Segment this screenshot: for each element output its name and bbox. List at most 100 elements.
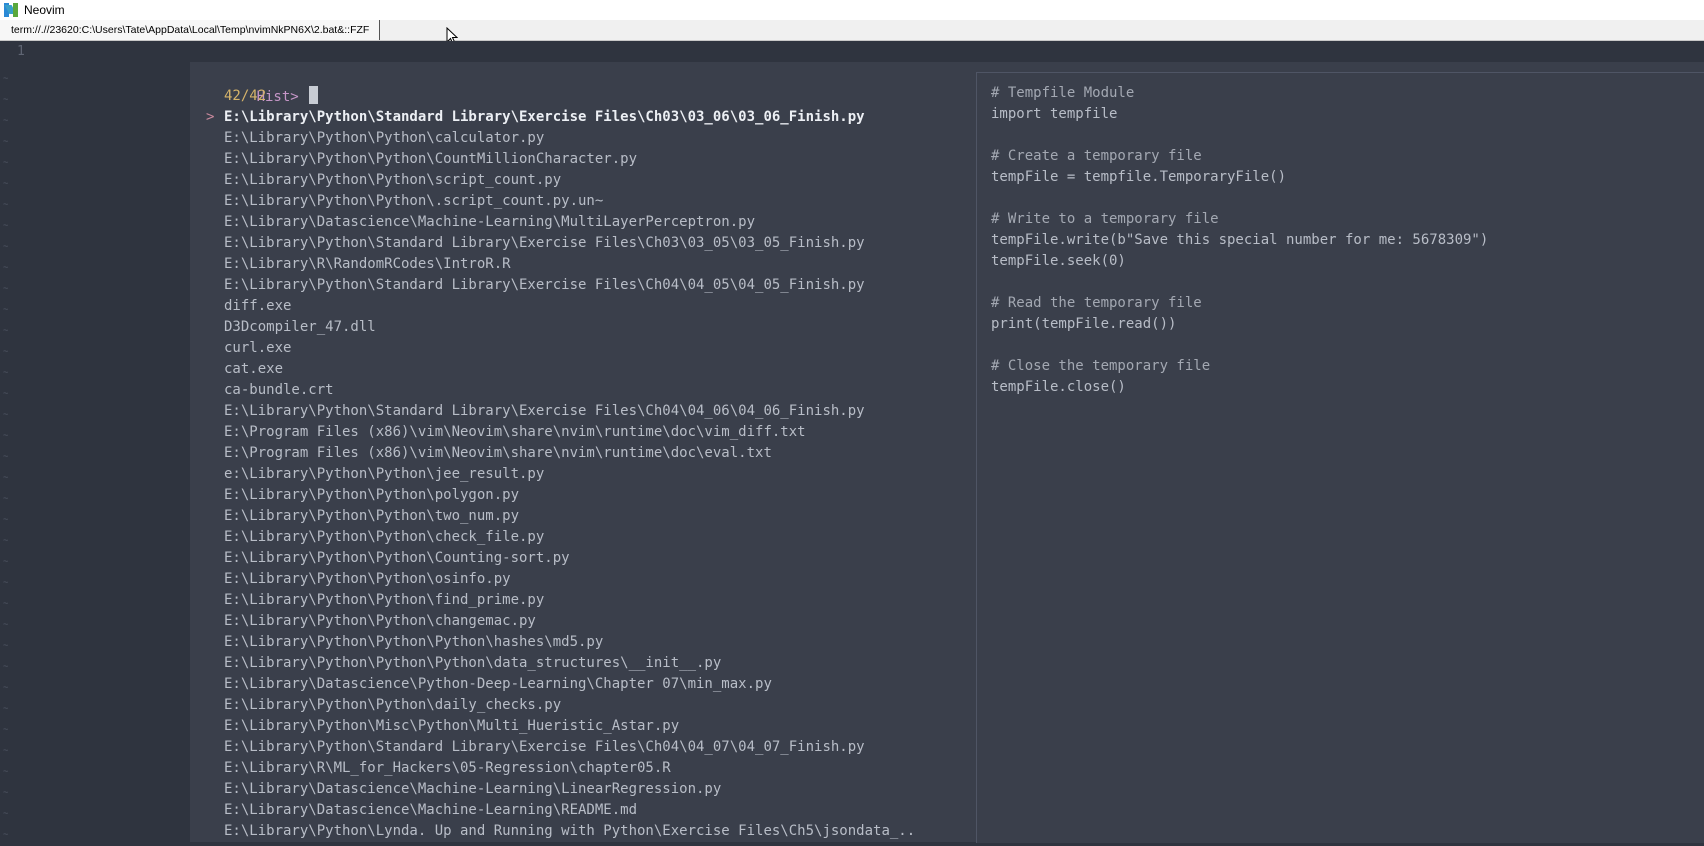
empty-line-tilde: ~ [3,830,9,840]
empty-line-tilde: ~ [3,683,9,693]
empty-line-tilde: ~ [3,137,9,147]
fzf-result-path: E:\Library\Python\Python\.script_count.p… [224,193,604,209]
text-cursor [309,86,319,104]
fzf-result-path: E:\Library\Python\Python\daily_checks.py [224,697,562,713]
empty-line-tilde: ~ [3,263,9,273]
preview-code-line: # Write to a temporary file [991,211,1219,227]
window-title: Neovim [24,3,65,17]
fzf-result-path: curl.exe [224,340,292,356]
fzf-result-path: E:\Library\Python\Python\changemac.py [224,613,536,629]
empty-line-tilde: ~ [3,200,9,210]
empty-line-tilde: ~ [3,452,9,462]
empty-line-tilde: ~ [3,599,9,609]
empty-line-tilde: ~ [3,767,9,777]
fzf-result-path: E:\Library\Python\Python\two_num.py [224,508,520,524]
fzf-result-path: E:\Library\Python\Python\CountMillionCha… [224,151,638,167]
fzf-result-path: E:\Library\Python\Python\Python\hashes\m… [224,634,604,650]
fzf-result-path: E:\Library\Python\Python\calculator.py [224,130,545,146]
fzf-result-path: D3Dcompiler_47.dll [224,319,376,335]
empty-line-tilde: ~ [3,809,9,819]
empty-line-tilde: ~ [3,578,9,588]
editor-area[interactable]: 1 ~ ~ ~ ~ ~ ~ ~ ~ ~ ~ ~ ~ ~ ~ ~ ~ ~ ~ ~ ~ ~ ~ ~ ~ ~ ~ ~ ~ ~ ~ ~ ~ ~ ~ ~ ~ ~ … [0,41,1704,843]
preview-code-line [991,188,1488,209]
fzf-result-path: E:\Library\Python\Python\Python\data_str… [224,655,722,671]
fzf-result-path: E:\Library\Python\Python\script_count.py [224,172,562,188]
preview-content: # Tempfile Module import tempfile # Create… [991,83,1488,398]
preview-code-line: # Close the temporary file [991,358,1211,374]
fzf-result-path: E:\Library\R\RandomRCodes\IntroR.R [224,256,511,272]
preview-code-line: tempFile = tempfile.TemporaryFile() [991,169,1287,185]
empty-line-tilde: ~ [3,662,9,672]
empty-line-tilde: ~ [3,473,9,483]
fzf-result-path: E:\Library\Datascience\Machine-Learning\… [224,214,756,230]
fzf-result-path: E:\Library\Python\Python\find_prime.py [224,592,545,608]
preview-code-line [991,125,1488,146]
empty-line-tilde: ~ [3,557,9,567]
fzf-result-path: E:\Library\Python\Standard Library\Exerc… [224,277,865,293]
empty-line-tilde: ~ [3,725,9,735]
empty-line-tilde: ~ [3,620,9,630]
fzf-result-path: E:\Library\Python\Standard Library\Exerc… [224,109,865,125]
preview-code-line: tempFile.seek(0) [991,253,1126,269]
empty-line-tilde: ~ [3,410,9,420]
empty-line-tilde: ~ [3,74,9,84]
empty-line-tilde: ~ [3,704,9,714]
preview-code-line: # Read the temporary file [991,295,1202,311]
fzf-result-path: E:\Library\Datascience\Machine-Learning\… [224,802,638,818]
empty-line-markers: ~ ~ ~ ~ ~ ~ ~ ~ ~ ~ ~ ~ ~ ~ ~ ~ ~ ~ ~ ~ ~ ~ ~ ~ ~ ~ ~ ~ ~ ~ ~ ~ ~ ~ ~ ~ ~ [3,69,8,846]
empty-line-tilde: ~ [3,368,9,378]
empty-line-tilde: ~ [3,179,9,189]
fzf-result-path: E:\Library\R\ML_for_Hackers\05-Regressio… [224,760,671,776]
empty-line-tilde: ~ [3,326,9,336]
empty-line-tilde: ~ [3,305,9,315]
preview-code-line [991,272,1488,293]
fzf-result-path: E:\Program Files (x86)\vim\Neovim\share\… [224,424,806,440]
empty-line-tilde: ~ [3,746,9,756]
preview-code-line: import tempfile [991,106,1118,122]
empty-line-tilde: ~ [3,536,9,546]
fzf-preview-pane: # Tempfile Module import tempfile # Create… [976,72,1704,843]
fzf-result-path: diff.exe [224,298,292,314]
empty-line-tilde: ~ [3,116,9,126]
empty-line-tilde: ~ [3,788,9,798]
fzf-result-path: E:\Program Files (x86)\vim\Neovim\share\… [224,445,772,461]
fzf-history-window[interactable]: Hist> 42/42 > E:\Library\Python\Standard … [190,62,1704,843]
fzf-result-path: E:\Library\Datascience\Machine-Learning\… [224,781,722,797]
fzf-result-path: cat.exe [224,361,284,377]
tab-terminal-fzf[interactable]: term://.//23620:C:\Users\Tate\AppData\Lo… [0,20,381,40]
fzf-result-path: E:\Library\Python\Standard Library\Exerc… [224,235,865,251]
empty-line-tilde: ~ [3,431,9,441]
empty-line-tilde: ~ [3,347,9,357]
selection-pointer-icon: > [206,109,215,125]
tab-bar: term://.//23620:C:\Users\Tate\AppData\Lo… [0,20,1704,41]
fzf-result-path: e:\Library\Python\Python\jee_result.py [224,466,545,482]
preview-code-line: # Tempfile Module [991,85,1135,101]
empty-line-tilde: ~ [3,221,9,231]
fzf-result-path: E:\Library\Python\Misc\Python\Multi_Huer… [224,718,680,734]
empty-line-tilde: ~ [3,389,9,399]
fzf-match-count: 42/42 [224,88,267,104]
fzf-result-path: E:\Library\Python\Standard Library\Exerc… [224,739,865,755]
preview-code-line: tempFile.write(b"Save this special numbe… [991,232,1489,248]
fzf-result-path: E:\Library\Python\Lynda. Up and Running … [224,823,916,839]
empty-line-tilde: ~ [3,95,9,105]
fzf-result-path: ca-bundle.crt [224,382,334,398]
line-number: 1 [17,44,25,59]
fzf-result-path: E:\Library\Python\Python\Counting-sort.p… [224,550,570,566]
fzf-prompt[interactable]: Hist> [206,65,319,105]
empty-line-tilde: ~ [3,641,9,651]
preview-code-line: tempFile.close() [991,379,1126,395]
fzf-result-path: E:\Library\Python\Python\polygon.py [224,487,520,503]
empty-line-tilde: ~ [3,242,9,252]
empty-line-tilde: ~ [3,284,9,294]
preview-code-line: # Create a temporary file [991,148,1202,164]
fzf-result-path: E:\Library\Datascience\Python-Deep-Learn… [224,676,772,692]
empty-line-tilde: ~ [3,494,9,504]
empty-line-tilde: ~ [3,158,9,168]
fzf-result-path: E:\Library\Python\Standard Library\Exerc… [224,403,865,419]
neovim-logo-icon [4,3,18,17]
empty-line-tilde: ~ [3,515,9,525]
preview-code-line [991,335,1488,356]
fzf-result-path: E:\Library\Python\Python\osinfo.py [224,571,511,587]
fzf-result-path: E:\Library\Python\Python\check_file.py [224,529,545,545]
